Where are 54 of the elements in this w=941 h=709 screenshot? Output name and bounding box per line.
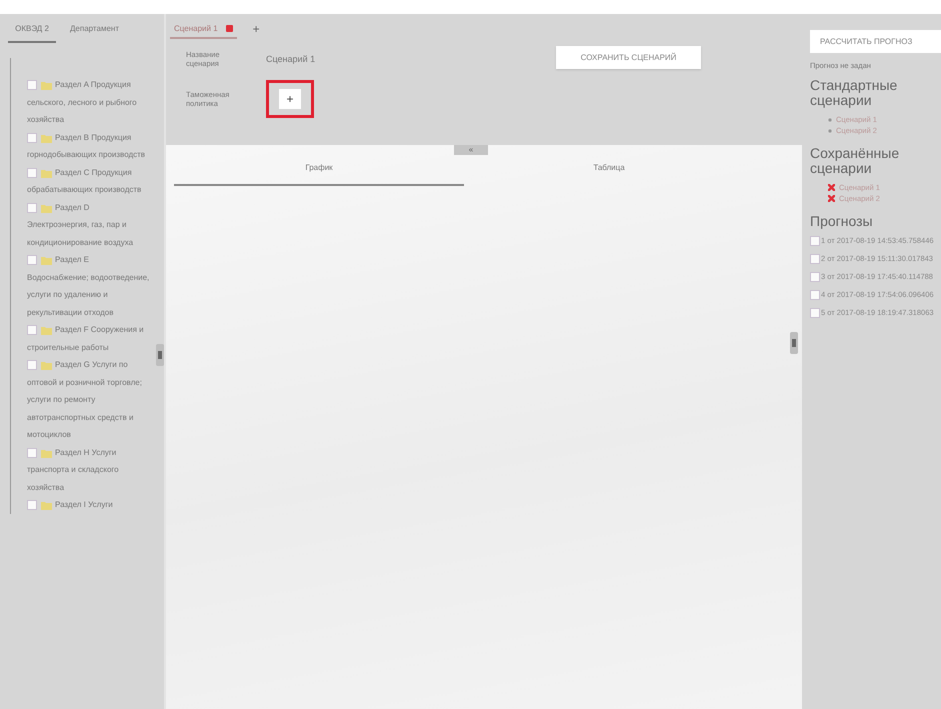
tree-item-label[interactable]: Раздел F Сооружения и строительные работы <box>27 321 152 356</box>
grip-icon <box>792 339 796 347</box>
view-tab[interactable]: График <box>174 159 464 186</box>
folder-icon <box>41 80 52 90</box>
folder-icon <box>41 360 52 370</box>
section-title: Стандартные сценарии <box>810 78 898 108</box>
grip-icon <box>158 351 162 359</box>
view-tab[interactable]: Таблица <box>464 159 754 186</box>
delete-icon <box>828 184 835 191</box>
checkbox[interactable] <box>810 272 820 282</box>
collapse-button[interactable]: « <box>454 145 488 155</box>
section-title: Прогнозы <box>810 214 874 229</box>
folder-icon <box>41 448 52 458</box>
add-tab-button[interactable]: + <box>248 22 264 36</box>
bullet-icon <box>828 128 832 132</box>
calculate-forecast-button[interactable]: РАССЧИТАТЬ ПРОГНОЗ <box>810 30 941 53</box>
tree-item-label[interactable]: Раздел B Продукция горнодобывающих производств <box>27 128 152 164</box>
folder-icon <box>41 202 52 212</box>
panel-tab[interactable]: Департамент <box>66 20 123 43</box>
folder-icon <box>41 168 52 178</box>
folder-icon <box>41 132 52 142</box>
checkbox[interactable] <box>810 290 820 300</box>
collapse-handle[interactable] <box>790 332 798 354</box>
checkbox[interactable] <box>810 308 820 318</box>
tree-item-label[interactable]: Раздел H Услуги транспорта и складского хозяйства <box>27 444 152 496</box>
scenario-name: Сценарий 1 <box>266 54 316 64</box>
checkbox[interactable] <box>27 168 37 178</box>
checkbox[interactable] <box>810 236 820 246</box>
tree-item-label[interactable]: Раздел D Электроэнергия, газ, пар и кондиционирование воздуха <box>27 198 152 251</box>
tree-item-label[interactable]: Раздел I Услуги <box>27 496 152 514</box>
tree-item-label[interactable]: Раздел E Водоснабжение; водоотведение, услуги по удалению и рекультивации отходов <box>27 251 152 321</box>
collapse-handle[interactable] <box>156 344 164 366</box>
scenario-tab[interactable]: Сценарий 1 <box>170 20 237 38</box>
save-scenario-button[interactable]: СОХРАНИТЬ СЦЕНАРИЙ <box>556 46 701 69</box>
tree-item-label[interactable]: Раздел G Услуги по оптовой и розничной торговле; услуги по ремонту автотранспортных средств и мотоциклов <box>27 356 152 444</box>
add-button[interactable]: + <box>279 89 301 109</box>
panel-tab[interactable]: ОКВЭД 2 <box>8 20 56 43</box>
checkbox[interactable] <box>27 202 37 212</box>
delete-icon <box>828 195 835 202</box>
folder-icon <box>41 325 52 335</box>
checkbox[interactable] <box>27 360 37 370</box>
tree-item-label[interactable]: Раздел A Продукция сельского, лесного и рыбного хозяйства <box>27 76 152 128</box>
section-title: Сохранённые сценарии <box>810 146 900 176</box>
folder-icon <box>41 255 52 265</box>
checkbox[interactable] <box>27 448 37 458</box>
checkbox[interactable] <box>27 80 37 90</box>
checkbox[interactable] <box>27 325 37 335</box>
checkbox[interactable] <box>27 255 37 265</box>
folder-icon <box>41 500 52 510</box>
tree-item-label[interactable]: Раздел C Продукция обрабатывающих производств <box>27 164 152 198</box>
checkbox[interactable] <box>27 132 37 142</box>
checkbox[interactable] <box>810 254 820 264</box>
checkbox[interactable] <box>27 500 37 510</box>
bullet-icon <box>828 118 832 122</box>
